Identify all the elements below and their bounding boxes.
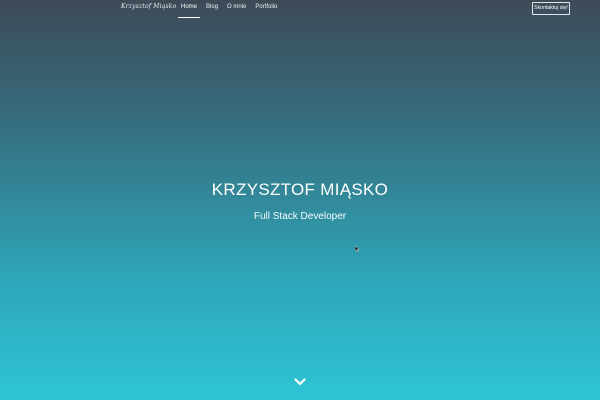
hero-subtitle: Full Stack Developer [253,211,347,222]
nav-item-portfolio[interactable]: Portfolio [252,0,280,18]
brand-logo[interactable]: Krzysztof Miąsko [121,3,176,10]
nav-item-blog[interactable]: Blog [203,0,221,18]
nav-item-home[interactable]: Home [178,0,201,18]
hero-title: KRZYSZTOF MIĄSKO [211,180,389,199]
contact-button[interactable]: Skontaktuj się! [532,2,570,15]
navbar: Krzysztof Miąsko Home Blog O mnie Portfo… [0,0,600,18]
mouse-cursor-icon [354,239,361,253]
nav-item-about[interactable]: O mnie [224,0,249,18]
chevron-down-icon[interactable] [294,374,306,386]
nav-menu: Home Blog O mnie Portfolio [178,0,283,18]
